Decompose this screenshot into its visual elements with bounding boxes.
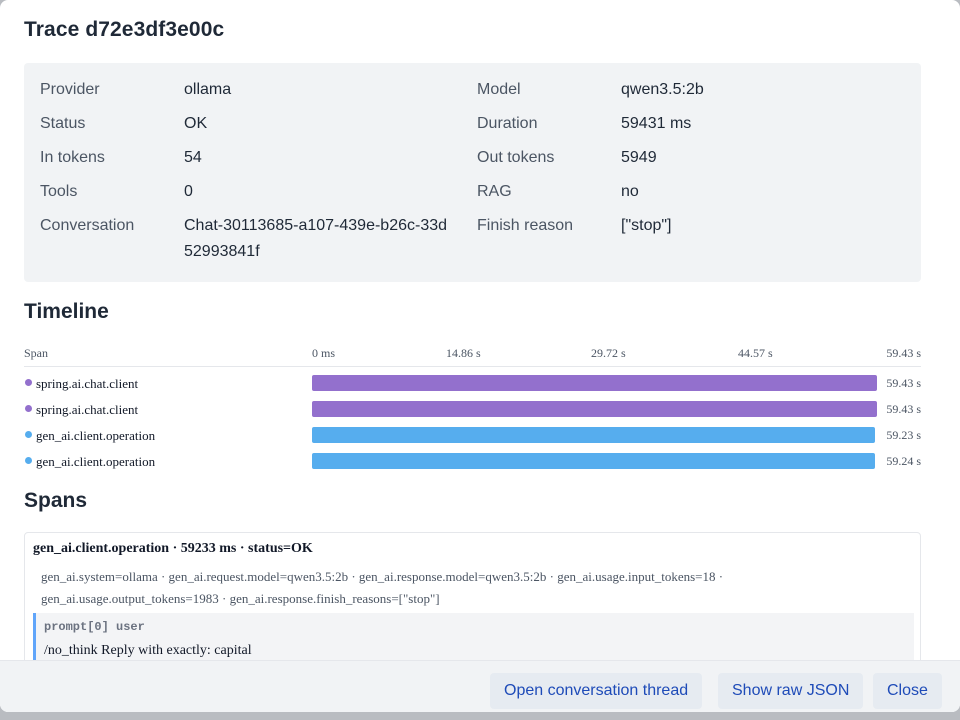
span-attributes: gen_ai.system=ollama · gen_ai.request.mo…: [41, 569, 724, 606]
finish-reason-label: Finish reason: [477, 217, 574, 234]
timeline-span-name: gen_ai.client.operation: [36, 454, 156, 469]
timeline-track: [312, 401, 877, 417]
timeline-span-name: gen_ai.client.operation: [36, 428, 156, 443]
span-color-dot: [25, 405, 32, 412]
timeline-tick: 44.57 s: [738, 346, 773, 360]
timeline-row[interactable]: spring.ai.chat.client 59.43 s: [24, 396, 921, 422]
provider-label: Provider: [40, 81, 100, 98]
timeline-tick: 59.43 s: [886, 346, 921, 360]
out-tokens-value: 5949: [621, 149, 657, 166]
tools-label: Tools: [40, 183, 78, 200]
in-tokens-value: 54: [184, 149, 202, 166]
timeline: Span 0 ms 14.86 s 29.72 s 44.57 s 59.43 …: [24, 340, 921, 480]
span-card: gen_ai.client.operation · 59233 ms · sta…: [24, 532, 921, 660]
timeline-span-duration: 59.23 s: [886, 428, 921, 442]
trace-dialog: Trace d72e3df3e00c Provider ollama Model…: [0, 0, 960, 712]
rag-value: no: [621, 183, 639, 200]
tools-value: 0: [184, 183, 193, 200]
show-raw-json-button[interactable]: Show raw JSON: [718, 673, 864, 709]
prompt-message-role: prompt[0] user: [44, 620, 145, 634]
timeline-bar: [312, 427, 876, 443]
dialog-content[interactable]: Provider ollama Model qwen3.5:2b Status …: [0, 62, 960, 660]
status-label: Status: [40, 115, 86, 132]
span-color-dot: [25, 457, 32, 464]
timeline-span-duration: 59.43 s: [886, 402, 921, 416]
timeline-span-name: spring.ai.chat.client: [36, 376, 139, 391]
timeline-bar: [312, 401, 877, 417]
model-label: Model: [477, 81, 521, 98]
span-color-dot: [25, 431, 32, 438]
timeline-row[interactable]: gen_ai.client.operation 59.23 s: [24, 422, 921, 448]
conversation-label: Conversation: [40, 217, 135, 234]
timeline-bar: [312, 453, 876, 469]
close-button[interactable]: Close: [873, 673, 942, 709]
timeline-tick: 29.72 s: [591, 346, 626, 360]
out-tokens-label: Out tokens: [477, 149, 555, 166]
timeline-row[interactable]: gen_ai.client.operation 59.24 s: [24, 448, 921, 474]
in-tokens-label: In tokens: [40, 149, 105, 166]
timeline-track: [312, 427, 877, 443]
model-value: qwen3.5:2b: [621, 81, 704, 98]
finish-reason-value: ["stop"]: [621, 217, 672, 234]
timeline-heading: Timeline: [24, 300, 109, 323]
timeline-track: [312, 375, 877, 391]
duration-label: Duration: [477, 115, 538, 132]
timeline-span-duration: 59.43 s: [886, 376, 921, 390]
timeline-row[interactable]: spring.ai.chat.client 59.43 s: [24, 370, 921, 396]
prompt-message-text: /no_think Reply with exactly: capital: [44, 643, 252, 658]
dialog-footer: Open conversation thread Show raw JSON C…: [0, 660, 960, 712]
timeline-header: Span 0 ms 14.86 s 29.72 s 44.57 s 59.43 …: [24, 340, 921, 367]
prompt-message: prompt[0] user /no_think Reply with exac…: [33, 613, 914, 660]
timeline-tick: 0 ms: [312, 346, 336, 360]
timeline-span-name: spring.ai.chat.client: [36, 402, 139, 417]
duration-value: 59431 ms: [621, 115, 692, 132]
timeline-span-duration: 59.24 s: [886, 454, 921, 468]
rag-label: RAG: [477, 183, 512, 200]
dialog-title: Trace d72e3df3e00c: [24, 18, 225, 41]
trace-summary-panel: Provider ollama Model qwen3.5:2b Status …: [24, 63, 921, 282]
conversation-value: Chat-30113685-a107-439e-b26c-33d52993841…: [184, 217, 448, 260]
span-card-header: gen_ai.client.operation · 59233 ms · sta…: [33, 541, 313, 556]
timeline-bar: [312, 375, 877, 391]
open-conversation-thread-button[interactable]: Open conversation thread: [490, 673, 703, 709]
span-color-dot: [25, 379, 32, 386]
status-value: OK: [184, 115, 208, 132]
provider-value: ollama: [184, 81, 232, 98]
timeline-tick: 14.86 s: [446, 346, 481, 360]
spans-heading: Spans: [24, 489, 88, 512]
timeline-span-column-header: Span: [24, 346, 48, 360]
timeline-track: [312, 453, 877, 469]
